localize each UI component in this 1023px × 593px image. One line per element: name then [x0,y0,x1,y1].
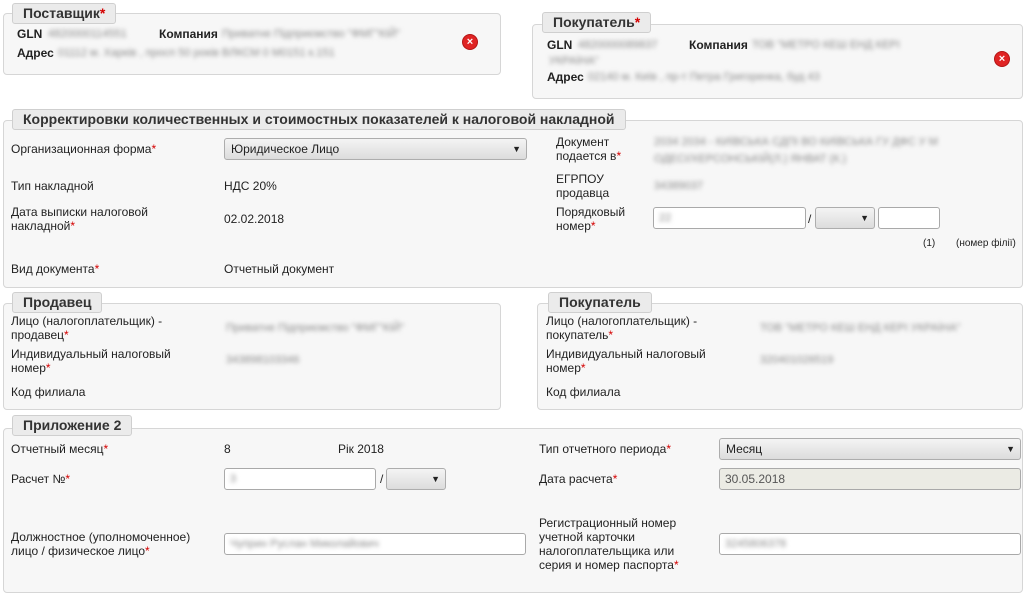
branch-number-input[interactable] [878,207,940,229]
calc-date-label: Дата расчета* [539,472,618,486]
invoice-type-value: НДС 20% [224,179,277,193]
seller-tax-value: 343898103346 [226,354,300,366]
seller-legend: Продавец [12,292,103,313]
calc-date-input[interactable]: 30.05.2018 [719,468,1021,490]
official-input[interactable]: Чуприн Руслан Миколайович [224,533,526,555]
doc-type-value: Отчетный документ [224,262,335,276]
doc-type-label: Вид документа* [11,262,100,276]
supplier-address-value: 01112 м. Харків , просп 50 років ВЛКСМ 0… [58,47,335,59]
buyer-top-panel [532,24,1023,99]
buyer-address-label: Адрес [547,70,584,84]
submitted-label: Документ подается в* [556,135,622,163]
supplier-address-label: Адрес [17,46,54,60]
serial-separator: / [808,212,812,226]
submitted-value: 2034 2034 - КИЇВСЬКА СДПІ ВО КИЇВСЬКА ГУ… [654,136,938,148]
buyer-tax-value: 320401026519 [760,354,834,366]
serial-code-select[interactable]: ▼ [815,207,875,229]
supplier-company-label: Компания [159,27,218,41]
buyer-company-value: ТОВ "МЕТРО КЕШ ЕНД КЕРІ [752,39,900,51]
invoice-type-label: Тип накладной [11,179,94,193]
calc-label: Расчет №* [11,472,71,486]
official-label: Должностное (уполномоченное) лицо / физи… [11,530,191,558]
buyer-gln-value: 4820000089837 [578,39,658,51]
buyer-tax-label: Индивидуальный налоговый номер* [546,347,706,375]
seller-person-label: Лицо (налогоплательщик) - продавец* [11,314,163,342]
seller-branch-label: Код филиала [11,385,86,399]
period-label: Тип отчетного периода* [539,442,671,456]
supplier-gln-value: 4820000114551 [48,28,127,40]
buyer-gln-label: GLN [547,38,573,52]
calc-separator: / [380,472,384,486]
seller-tax-label: Индивидуальный налоговый номер* [11,347,171,375]
edrpou-label: ЕГРПОУ продавца [556,172,610,200]
reg-number-label: Регистрационный номер учетной карточки н… [539,516,679,572]
corrections-legend: Корректировки количественных и стоимостн… [12,109,626,130]
buyer-branch-label: Код филиала [546,385,621,399]
serial-number-input[interactable]: 22 [653,207,806,229]
reg-number-input[interactable]: 3245806378 [719,533,1021,555]
appendix-legend: Приложение 2 [12,415,133,436]
chevron-down-icon: ▼ [512,144,521,154]
seller-person-value: Приватне Підприємство "ФМГ"КІЙ" [226,322,405,334]
buyer-address-value: 02140 м. Київ , пр-т Петра Григоренка, б… [588,71,820,83]
month-value: 8 [224,442,231,456]
buyer-company-label: Компания [689,38,748,52]
hint-branch: (номер філії) [956,238,1016,249]
issue-date-label: Дата выписки налоговой накладной* [11,205,148,233]
chevron-down-icon: ▼ [431,474,440,484]
supplier-company-value: Приватне Підприємство "ФМГ"КІЙ" [222,28,401,40]
org-form-select[interactable]: Юридическое Лицо ▼ [224,138,527,160]
buyer-person-label: Лицо (налогоплательщик) - покупатель* [546,314,698,342]
buyer-company-value-2: УКРАЇНА" [549,55,599,67]
year-value: Рік 2018 [338,442,384,456]
period-select[interactable]: Месяц ▼ [719,438,1021,460]
buyer-top-legend: Покупатель* [542,12,652,33]
supplier-gln-label: GLN [17,27,43,41]
submitted-value-2: ОДЕСІ/ХЕРСОНСЬКІЙ(Л.) ЯНВАТ (К.) [654,153,847,165]
issue-date-value: 02.02.2018 [224,212,285,226]
chevron-down-icon: ▼ [860,213,869,223]
edrpou-value: 34389037 [654,180,703,192]
calc-number-input[interactable]: 3 [224,468,376,490]
supplier-legend: Поставщик* [12,3,117,24]
calc-code-select[interactable]: ▼ [386,468,446,490]
buyer-person-value: ТОВ "МЕТРО КЕШ ЕНД КЕРІ УКРАЇНА" [760,322,961,334]
buyer-legend: Покупатель [548,292,652,313]
org-form-label: Организационная форма* [11,142,157,156]
remove-circle-icon[interactable]: × [995,52,1009,66]
serial-label: Порядковый номер* [556,205,626,233]
month-label: Отчетный месяц* [11,442,109,456]
remove-circle-icon[interactable]: × [463,35,477,49]
chevron-down-icon: ▼ [1006,444,1015,454]
hint-code: (1) [923,238,936,249]
